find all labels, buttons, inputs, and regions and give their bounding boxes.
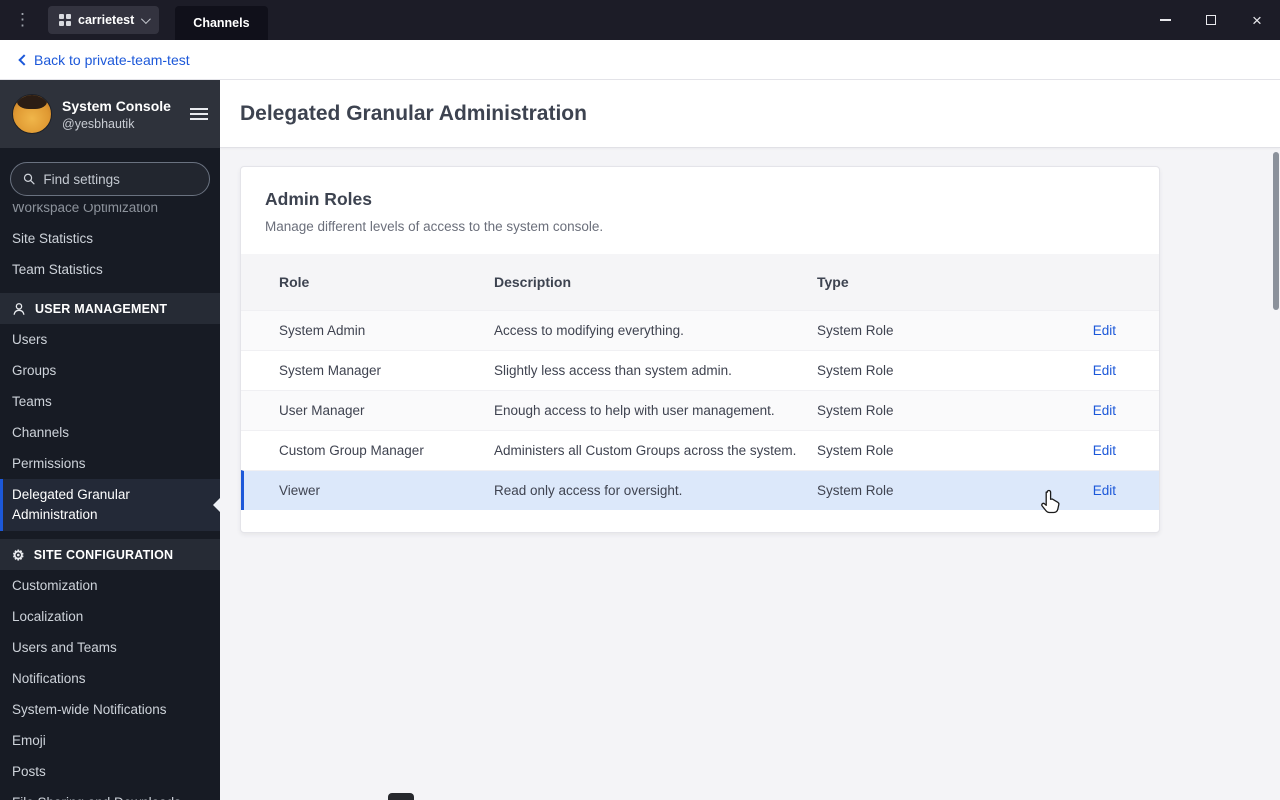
window-titlebar: ⋮ carrietest Channels × (0, 0, 1280, 40)
back-link-label: Back to private-team-test (34, 51, 190, 68)
cell-role: Viewer (279, 483, 321, 498)
column-header-type: Type (817, 274, 849, 290)
cell-description: Slightly less access than system admin. (494, 363, 732, 378)
cell-description: Access to modifying everything. (494, 323, 684, 338)
sidebar-item-posts[interactable]: Posts (0, 756, 220, 787)
search-input[interactable] (43, 171, 197, 187)
table-body: System Admin Access to modifying everyth… (241, 310, 1159, 510)
back-to-team-link[interactable]: Back to private-team-test (18, 51, 190, 68)
workspace-name: carrietest (78, 13, 135, 27)
maximize-icon (1206, 15, 1216, 25)
system-console-sidebar: System Console @yesbhautik Workspace Opt… (0, 80, 220, 800)
edit-link-user-manager[interactable]: Edit (1093, 403, 1116, 418)
tab-channels-label: Channels (193, 16, 250, 30)
sidebar-item-teams[interactable]: Teams (0, 386, 220, 417)
minimize-button[interactable] (1142, 0, 1188, 40)
card-subtitle: Manage different levels of access to the… (265, 219, 604, 234)
hamburger-menu-icon[interactable] (190, 108, 208, 120)
card-header: Admin Roles Manage different levels of a… (241, 167, 1159, 254)
close-icon: × (1252, 10, 1262, 30)
cell-role: Custom Group Manager (279, 443, 424, 458)
sidebar-header-text: System Console @yesbhautik (62, 98, 171, 131)
edit-link-custom-group-manager[interactable]: Edit (1093, 443, 1116, 458)
sidebar-item-groups[interactable]: Groups (0, 355, 220, 386)
sidebar-item-localization[interactable]: Localization (0, 601, 220, 632)
cell-role: User Manager (279, 403, 365, 418)
sidebar-item-emoji[interactable]: Emoji (0, 725, 220, 756)
sidebar-item-system-wide-notifications[interactable]: System-wide Notifications (0, 694, 220, 725)
page-title: Delegated Granular Administration (240, 101, 587, 125)
avatar (12, 94, 52, 134)
sidebar-item-users-and-teams[interactable]: Users and Teams (0, 632, 220, 663)
cell-description: Read only access for oversight. (494, 483, 683, 498)
sidebar-item-channels[interactable]: Channels (0, 417, 220, 448)
cell-type: System Role (817, 363, 894, 378)
console-user-handle: @yesbhautik (62, 116, 135, 131)
cell-role: System Manager (279, 363, 382, 378)
table-row-system-admin[interactable]: System Admin Access to modifying everyth… (241, 310, 1159, 350)
edit-link-system-admin[interactable]: Edit (1093, 323, 1116, 338)
section-label-user-management: USER MANAGEMENT (35, 301, 168, 316)
maximize-button[interactable] (1188, 0, 1234, 40)
sidebar-header: System Console @yesbhautik (0, 80, 220, 148)
cell-description: Administers all Custom Groups across the… (494, 443, 797, 458)
sidebar-item-file-sharing-and-downloads[interactable]: File Sharing and Downloads (0, 787, 220, 800)
sidebar-section-site-configuration: ⚙ SITE CONFIGURATION (0, 539, 220, 570)
edit-link-system-manager[interactable]: Edit (1093, 363, 1116, 378)
sidebar-item-notifications[interactable]: Notifications (0, 663, 220, 694)
tab-channels[interactable]: Channels (175, 6, 268, 40)
console-title: System Console (62, 97, 171, 114)
workspace-grid-icon (59, 14, 71, 26)
sidebar-search (0, 148, 220, 204)
vertical-scrollbar-thumb[interactable] (1273, 152, 1279, 310)
search-box[interactable] (10, 162, 210, 196)
vertical-dots-menu-icon[interactable]: ⋮ (14, 10, 31, 30)
table-row-system-manager[interactable]: System Manager Slightly less access than… (241, 350, 1159, 390)
content-area: Admin Roles Manage different levels of a… (220, 148, 1280, 800)
sidebar-item-delegated-granular-administration[interactable]: Delegated Granular Administration (0, 479, 220, 531)
close-button[interactable]: × (1234, 0, 1280, 40)
sidebar-item-customization[interactable]: Customization (0, 570, 220, 601)
admin-roles-card: Admin Roles Manage different levels of a… (240, 166, 1160, 533)
user-icon (12, 302, 26, 316)
table-header-row: Role Description Type (241, 254, 1159, 310)
edit-link-viewer[interactable]: Edit (1093, 483, 1116, 498)
table-row-custom-group-manager[interactable]: Custom Group Manager Administers all Cus… (241, 430, 1159, 470)
sidebar-nav: Workspace Optimization Site Statistics T… (0, 192, 220, 800)
table-row-viewer[interactable]: Viewer Read only access for oversight. S… (241, 470, 1159, 510)
cell-type: System Role (817, 323, 894, 338)
chevron-left-icon (18, 53, 30, 66)
card-title: Admin Roles (265, 189, 372, 209)
chevron-down-icon (141, 13, 152, 24)
cell-type: System Role (817, 403, 894, 418)
cell-description: Enough access to help with user manageme… (494, 403, 775, 418)
sidebar-item-users[interactable]: Users (0, 324, 220, 355)
sidebar-item-permissions[interactable]: Permissions (0, 448, 220, 479)
cell-role: System Admin (279, 323, 366, 338)
cell-type: System Role (817, 483, 894, 498)
back-navigation-bar: Back to private-team-test (0, 40, 1280, 80)
workspace-selector[interactable]: carrietest (48, 6, 160, 34)
section-label-site-configuration: SITE CONFIGURATION (33, 547, 174, 562)
taskbar-peek-artifact (388, 793, 414, 800)
column-header-description: Description (494, 274, 572, 290)
table-row-user-manager[interactable]: User Manager Enough access to help with … (241, 390, 1159, 430)
sidebar-item-site-statistics[interactable]: Site Statistics (0, 223, 220, 254)
search-icon (23, 173, 35, 185)
cell-type: System Role (817, 443, 894, 458)
sidebar-item-team-statistics[interactable]: Team Statistics (0, 254, 220, 285)
gear-icon: ⚙ (12, 546, 25, 563)
column-header-role: Role (279, 274, 310, 290)
minimize-icon (1159, 19, 1171, 21)
sidebar-section-user-management: USER MANAGEMENT (0, 293, 220, 324)
page-header: Delegated Granular Administration (220, 80, 1280, 148)
